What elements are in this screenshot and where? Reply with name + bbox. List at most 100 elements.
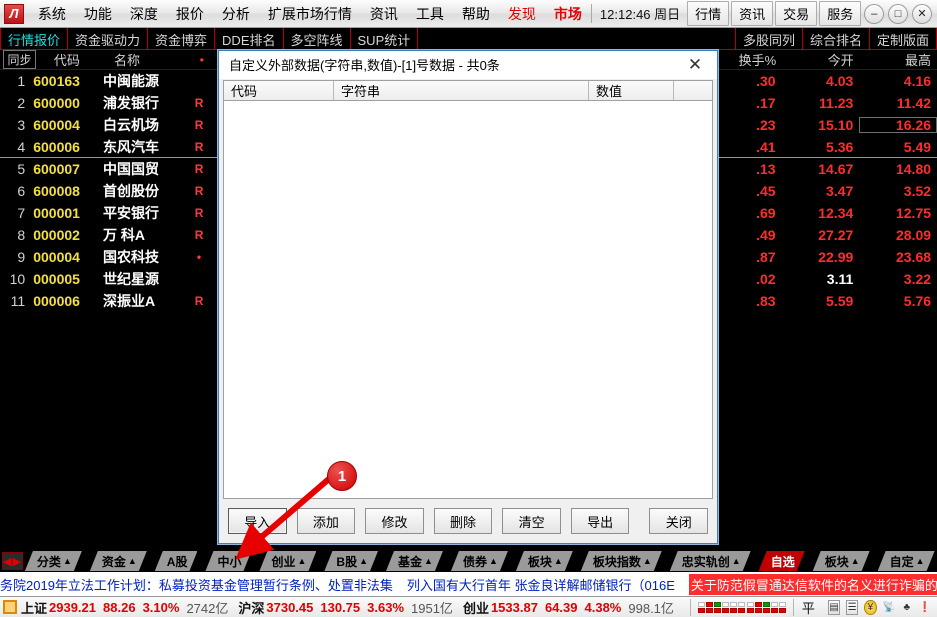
sort-arrow-icon: ▲ xyxy=(915,556,925,566)
strip-tab-忠实轨创[interactable]: 忠实轨创 ▲ xyxy=(670,551,751,571)
grid-body-empty[interactable] xyxy=(224,101,712,498)
maximize-button[interactable]: □ xyxy=(888,3,909,24)
row-index: 5 xyxy=(17,161,26,177)
strip-tab-中小[interactable]: 中小 xyxy=(205,551,251,571)
open-price-value: 3.11 xyxy=(826,271,854,287)
strip-tab-label: 忠实轨创 xyxy=(681,554,730,569)
menu-item-quote[interactable]: 报价 xyxy=(167,3,213,25)
breadth-cell xyxy=(705,601,713,607)
column-header-open[interactable]: 今开 xyxy=(782,50,859,69)
news-security-notice[interactable]: 关于防范假冒通达信软件的名义进行诈骗的安全公告 xyxy=(688,573,937,595)
tab-custom-layout[interactable]: 定制版面 xyxy=(870,28,937,49)
tab-capital-game[interactable]: 资金博弈 xyxy=(148,28,216,49)
menu-item-system[interactable]: 系统 xyxy=(29,3,75,25)
clear-button[interactable]: 清空 xyxy=(502,508,561,534)
index-pct-hushen: 3.63% xyxy=(367,599,405,615)
satellite-icon[interactable]: 📡 xyxy=(883,600,895,615)
turnover-value: .83 xyxy=(756,293,776,309)
top-button-news[interactable]: 资讯 xyxy=(731,1,774,26)
import-button[interactable]: 导入 xyxy=(228,508,287,534)
stock-code: 600000 xyxy=(33,95,80,111)
margin-flag-icon: R xyxy=(194,96,204,110)
news-segment-2[interactable]: 列入国有大行首年 张金良详解邮储银行（016E xyxy=(407,575,689,594)
column-header-code[interactable]: 代码 xyxy=(36,50,106,69)
delete-button[interactable]: 删除 xyxy=(433,508,493,534)
modify-button[interactable]: 修改 xyxy=(365,508,424,534)
turnover-value: .23 xyxy=(756,117,776,133)
top-button-quotes[interactable]: 行情 xyxy=(687,1,730,26)
breadth-cell xyxy=(697,601,705,607)
strip-tab-自选[interactable]: 自选 xyxy=(759,551,805,571)
tab-sup-statistics[interactable]: SUP统计 xyxy=(351,28,419,49)
strip-tab-分类[interactable]: 分类 ▲ xyxy=(25,551,82,571)
tab-capital-drive[interactable]: 资金驱动力 xyxy=(68,28,149,49)
strip-tab-板块[interactable]: 板块 ▲ xyxy=(813,551,870,571)
index-value-shanghai: 2939.21 xyxy=(49,599,97,615)
add-button[interactable]: 添加 xyxy=(296,508,356,534)
grid-column-empty[interactable] xyxy=(674,81,712,100)
grid-column-value[interactable]: 数值 xyxy=(589,81,674,100)
stock-code: 000002 xyxy=(33,227,80,243)
secondary-tab-bar: 行情报价 资金驱动力 资金博弈 DDE排名 多空阵线 SUP统计 多股同列 综合… xyxy=(0,28,937,50)
tab-quotes[interactable]: 行情报价 xyxy=(0,28,69,49)
top-button-service[interactable]: 服务 xyxy=(819,1,862,26)
row-index: 6 xyxy=(17,183,26,199)
minimize-button[interactable]: – xyxy=(864,3,885,24)
menu-item-tools[interactable]: 工具 xyxy=(407,3,453,25)
menu-item-help[interactable]: 帮助 xyxy=(453,3,499,25)
column-header-mark[interactable]: • xyxy=(193,53,210,67)
strip-tab-label: B股 xyxy=(336,554,358,569)
margin-flag-icon: R xyxy=(194,184,204,198)
tab-overall-rank[interactable]: 综合排名 xyxy=(803,28,870,49)
strip-tab-资金[interactable]: 资金 ▲ xyxy=(90,551,147,571)
export-button[interactable]: 导出 xyxy=(570,508,630,534)
coin-icon[interactable]: ¥ xyxy=(864,599,877,615)
menu-item-function[interactable]: 功能 xyxy=(75,3,121,25)
column-header-high[interactable]: 最高 xyxy=(860,50,937,69)
index-name-shanghai[interactable]: 上证 xyxy=(21,598,49,617)
tab-dde-ranking[interactable]: DDE排名 xyxy=(215,28,284,49)
strip-tab-基金[interactable]: 基金 ▲ xyxy=(386,551,443,571)
strip-tab-板块指数[interactable]: 板块指数 ▲ xyxy=(581,551,662,571)
column-header-name[interactable]: 名称 xyxy=(106,50,193,69)
margin-flag-icon: • xyxy=(196,250,202,264)
strip-tab-板块[interactable]: 板块 ▲ xyxy=(516,551,573,571)
open-price-value: 15.10 xyxy=(818,117,854,133)
dialog-close-icon[interactable]: ✕ xyxy=(675,52,715,78)
index-value-hushen: 3730.45 xyxy=(266,599,314,615)
top-button-trade[interactable]: 交易 xyxy=(775,1,818,26)
close-button[interactable]: ✕ xyxy=(912,3,932,24)
strip-nav-arrows-icon[interactable]: ◀▶ xyxy=(2,552,23,570)
strip-tab-A股[interactable]: A股 xyxy=(155,551,198,571)
grid-column-code[interactable]: 代码 xyxy=(224,81,334,100)
tree-icon[interactable]: ♣ xyxy=(901,600,913,615)
external-data-grid[interactable]: 代码 字符串 数值 xyxy=(223,80,713,499)
menu-item-extended-market[interactable]: 扩展市场行情 xyxy=(259,3,361,25)
strip-tab-label: 创业 xyxy=(271,554,296,569)
menu-item-depth[interactable]: 深度 xyxy=(121,3,167,25)
strip-tab-container: 分类 ▲ 资金 ▲ A股 中小 创业 ▲ B股 ▲ 基金 ▲ 债券 ▲ 板块 ▲ 板块指数 ▲ 忠实轨创 ▲ 自选 板块 ▲… xyxy=(25,551,937,571)
news-segment-1[interactable]: 务院2019年立法工作计划：私募投资基金管理暂行条例、处置非法集 xyxy=(0,575,407,594)
tab-long-short-line[interactable]: 多空阵线 xyxy=(284,28,351,49)
menu-item-analysis[interactable]: 分析 xyxy=(213,3,259,25)
column-header-turnover[interactable]: 换手% xyxy=(720,50,782,69)
strip-tab-B股[interactable]: B股 ▲ xyxy=(324,551,378,571)
stock-name: 浦发银行 xyxy=(103,95,160,111)
menu-item-news[interactable]: 资讯 xyxy=(361,3,407,25)
index-name-chinext[interactable]: 创业 xyxy=(463,598,491,617)
menu-item-market[interactable]: 市场 xyxy=(545,3,591,25)
close-dialog-button[interactable]: 关闭 xyxy=(649,508,709,534)
list-icon[interactable]: ☰ xyxy=(846,599,859,615)
index-name-hushen[interactable]: 沪深 xyxy=(238,598,266,617)
sync-button[interactable]: 同步 xyxy=(3,50,36,69)
grid-column-string[interactable]: 字符串 xyxy=(334,81,589,100)
menu-item-discover[interactable]: 发现 xyxy=(499,3,545,25)
strip-tab-自定[interactable]: 自定 ▲ xyxy=(878,551,935,571)
strip-tab-创业[interactable]: 创业 ▲ xyxy=(259,551,316,571)
exclaim-icon[interactable]: ❗ xyxy=(919,600,931,615)
strip-tab-债券[interactable]: 债券 ▲ xyxy=(451,551,508,571)
window-icon[interactable]: ▤ xyxy=(827,599,841,615)
high-price-value: 4.16 xyxy=(903,73,932,89)
tab-multi-stock[interactable]: 多股同列 xyxy=(736,28,803,49)
news-ticker[interactable]: 务院2019年立法工作计划：私募投资基金管理暂行条例、处置非法集 列入国有大行首… xyxy=(0,572,937,596)
